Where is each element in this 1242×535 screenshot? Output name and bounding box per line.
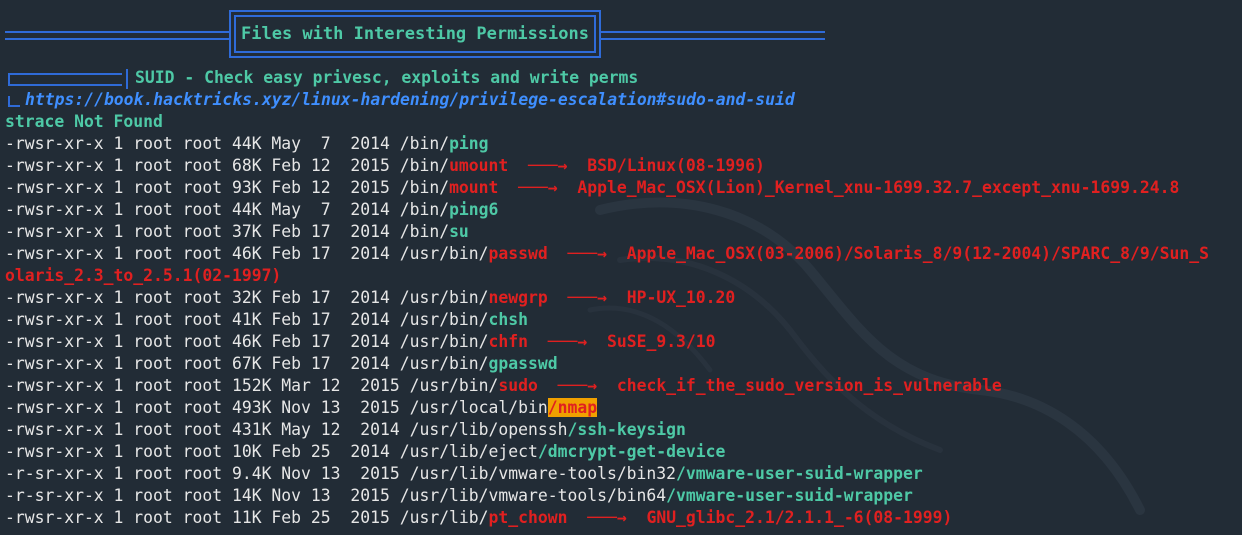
exploit-name: BSD/Linux(08-1996) (587, 156, 765, 175)
exploit-name: check_if_the_sudo_version_is_vulnerable (616, 376, 1002, 395)
exploit-name: GNU_glibc_2.1/2.1.1_-6(08-1999) (646, 508, 953, 527)
file-name: chsh (488, 310, 529, 329)
file-path-prefix: -rwsr-xr-x 1 root root 46K Feb 17 2014 /… (5, 332, 489, 351)
exploit-name: Apple_Mac_OSX(03-2006)/Solaris_8/9(12-20… (626, 244, 1209, 263)
banner-title: Files with Interesting Permissions (234, 15, 596, 53)
file-path-prefix: -rwsr-xr-x 1 root root 431K May 12 2014 … (5, 420, 568, 439)
file-row: -rwsr-xr-x 1 root root 37K Feb 17 2014 /… (5, 221, 1237, 243)
file-row: -rwsr-xr-x 1 root root 67K Feb 17 2014 /… (5, 353, 1237, 375)
file-path-prefix: -rwsr-xr-x 1 root root 67K Feb 17 2014 /… (5, 354, 489, 373)
file-path-prefix: -rwsr-xr-x 1 root root 41K Feb 17 2014 /… (5, 310, 489, 329)
file-path-prefix: -r-sr-xr-x 1 root root 14K Nov 13 2015 /… (5, 486, 667, 505)
file-name: pt_chown (488, 508, 568, 527)
file-name: /vmware-user-suid-wrapper (676, 464, 923, 483)
section-bracket-bottom (8, 96, 20, 107)
file-path-prefix: -rwsr-xr-x 1 root root 10K Feb 25 2014 /… (5, 442, 538, 461)
file-row: -rwsr-xr-x 1 root root 152K Mar 12 2015 … (5, 375, 1237, 397)
file-name: gpasswd (488, 354, 558, 373)
file-row: -rwsr-xr-x 1 root root 10K Feb 25 2014 /… (5, 441, 1237, 463)
terminal-window[interactable]: Files with Interesting Permissions SUID … (0, 0, 1242, 535)
file-path-prefix: -rwsr-xr-x 1 root root 152K Mar 12 2015 … (5, 376, 499, 395)
file-row: -rwsr-xr-x 1 root root 46K Feb 17 2014 /… (5, 331, 1237, 353)
output-lines: strace Not Found -rwsr-xr-x 1 root root … (5, 111, 1237, 529)
file-path-prefix: -rwsr-xr-x 1 root root 32K Feb 17 2014 /… (5, 288, 489, 307)
section-link[interactable]: https://book.hacktricks.xyz/linux-harden… (25, 89, 795, 111)
file-name: ping (449, 134, 489, 153)
exploit-arrow-icon: ───→ (498, 178, 578, 197)
file-row: -rwsr-xr-x 1 root root 93K Feb 12 2015 /… (5, 177, 1237, 199)
file-name: /dmcrypt-get-device (537, 442, 726, 461)
file-path-prefix: -rwsr-xr-x 1 root root 68K Feb 12 2015 /… (5, 156, 450, 175)
file-path-prefix: -rwsr-xr-x 1 root root 93K Feb 12 2015 /… (5, 178, 450, 197)
file-name: newgrp (488, 288, 548, 307)
file-path-prefix: -rwsr-xr-x 1 root root 44K May 7 2014 /b… (5, 200, 450, 219)
file-row: -r-sr-xr-x 1 root root 14K Nov 13 2015 /… (5, 485, 1237, 507)
section-title: SUID - Check easy privesc, exploits and … (135, 68, 639, 87)
file-name: mount (449, 178, 499, 197)
banner-rule-right (601, 31, 825, 40)
file-name: su (449, 222, 469, 241)
exploit-arrow-icon: ───→ (547, 288, 627, 307)
file-path-prefix: -rwsr-xr-x 1 root root 493K Nov 13 2015 … (5, 398, 548, 417)
section-bracket-top (8, 69, 128, 89)
exploit-arrow-icon: ───→ (547, 244, 627, 263)
not-found-message: strace Not Found (5, 112, 163, 131)
exploit-name: SuSE_9.3/10 (606, 332, 716, 351)
file-row-continuation: olaris_2.3_to_2.5.1(02-1997) (5, 265, 1237, 287)
banner-frame: Files with Interesting Permissions (229, 10, 601, 58)
file-row: -rwsr-xr-x 1 root root 68K Feb 12 2015 /… (5, 155, 1237, 177)
file-row: -rwsr-xr-x 1 root root 44K May 7 2014 /b… (5, 133, 1237, 155)
banner-rule-left (5, 31, 229, 40)
file-name: umount (449, 156, 509, 175)
file-name: ping6 (449, 200, 499, 219)
file-path-prefix: -rwsr-xr-x 1 root root 37K Feb 17 2014 /… (5, 222, 450, 241)
file-path-prefix: -rwsr-xr-x 1 root root 44K May 7 2014 /b… (5, 134, 450, 153)
file-name: passwd (488, 244, 548, 263)
exploit-arrow-icon: ───→ (537, 376, 617, 395)
file-row: -r-sr-xr-x 1 root root 9.4K Nov 13 2015 … (5, 463, 1237, 485)
exploit-arrow-icon: ───→ (528, 332, 607, 351)
file-row: -rwsr-xr-x 1 root root 44K May 7 2014 /b… (5, 199, 1237, 221)
file-row: -rwsr-xr-x 1 root root 11K Feb 25 2015 /… (5, 507, 1237, 529)
file-name: /nmap (547, 398, 598, 417)
exploit-name: Apple_Mac_OSX(Lion)_Kernel_xnu-1699.32.7… (577, 178, 1180, 197)
file-row: -rwsr-xr-x 1 root root 41K Feb 17 2014 /… (5, 309, 1237, 331)
exploit-arrow-icon: ───→ (567, 508, 647, 527)
file-path-prefix: -rwsr-xr-x 1 root root 46K Feb 17 2014 /… (5, 244, 489, 263)
file-name: /vmware-user-suid-wrapper (666, 486, 913, 505)
file-path-prefix: -rwsr-xr-x 1 root root 11K Feb 25 2015 /… (5, 508, 489, 527)
file-name: sudo (498, 376, 538, 395)
file-row: -rwsr-xr-x 1 root root 32K Feb 17 2014 /… (5, 287, 1237, 309)
exploit-name-continued: olaris_2.3_to_2.5.1(02-1997) (5, 266, 282, 285)
file-row: -rwsr-xr-x 1 root root 493K Nov 13 2015 … (5, 397, 1237, 419)
file-path-prefix: -r-sr-xr-x 1 root root 9.4K Nov 13 2015 … (5, 464, 677, 483)
exploit-name: HP-UX_10.20 (626, 288, 736, 307)
file-name: /ssh-keysign (567, 420, 686, 439)
exploit-arrow-icon: ───→ (508, 156, 588, 175)
file-row: -rwsr-xr-x 1 root root 46K Feb 17 2014 /… (5, 243, 1237, 265)
file-row: -rwsr-xr-x 1 root root 431K May 12 2014 … (5, 419, 1237, 441)
file-name: chfn (488, 332, 529, 351)
